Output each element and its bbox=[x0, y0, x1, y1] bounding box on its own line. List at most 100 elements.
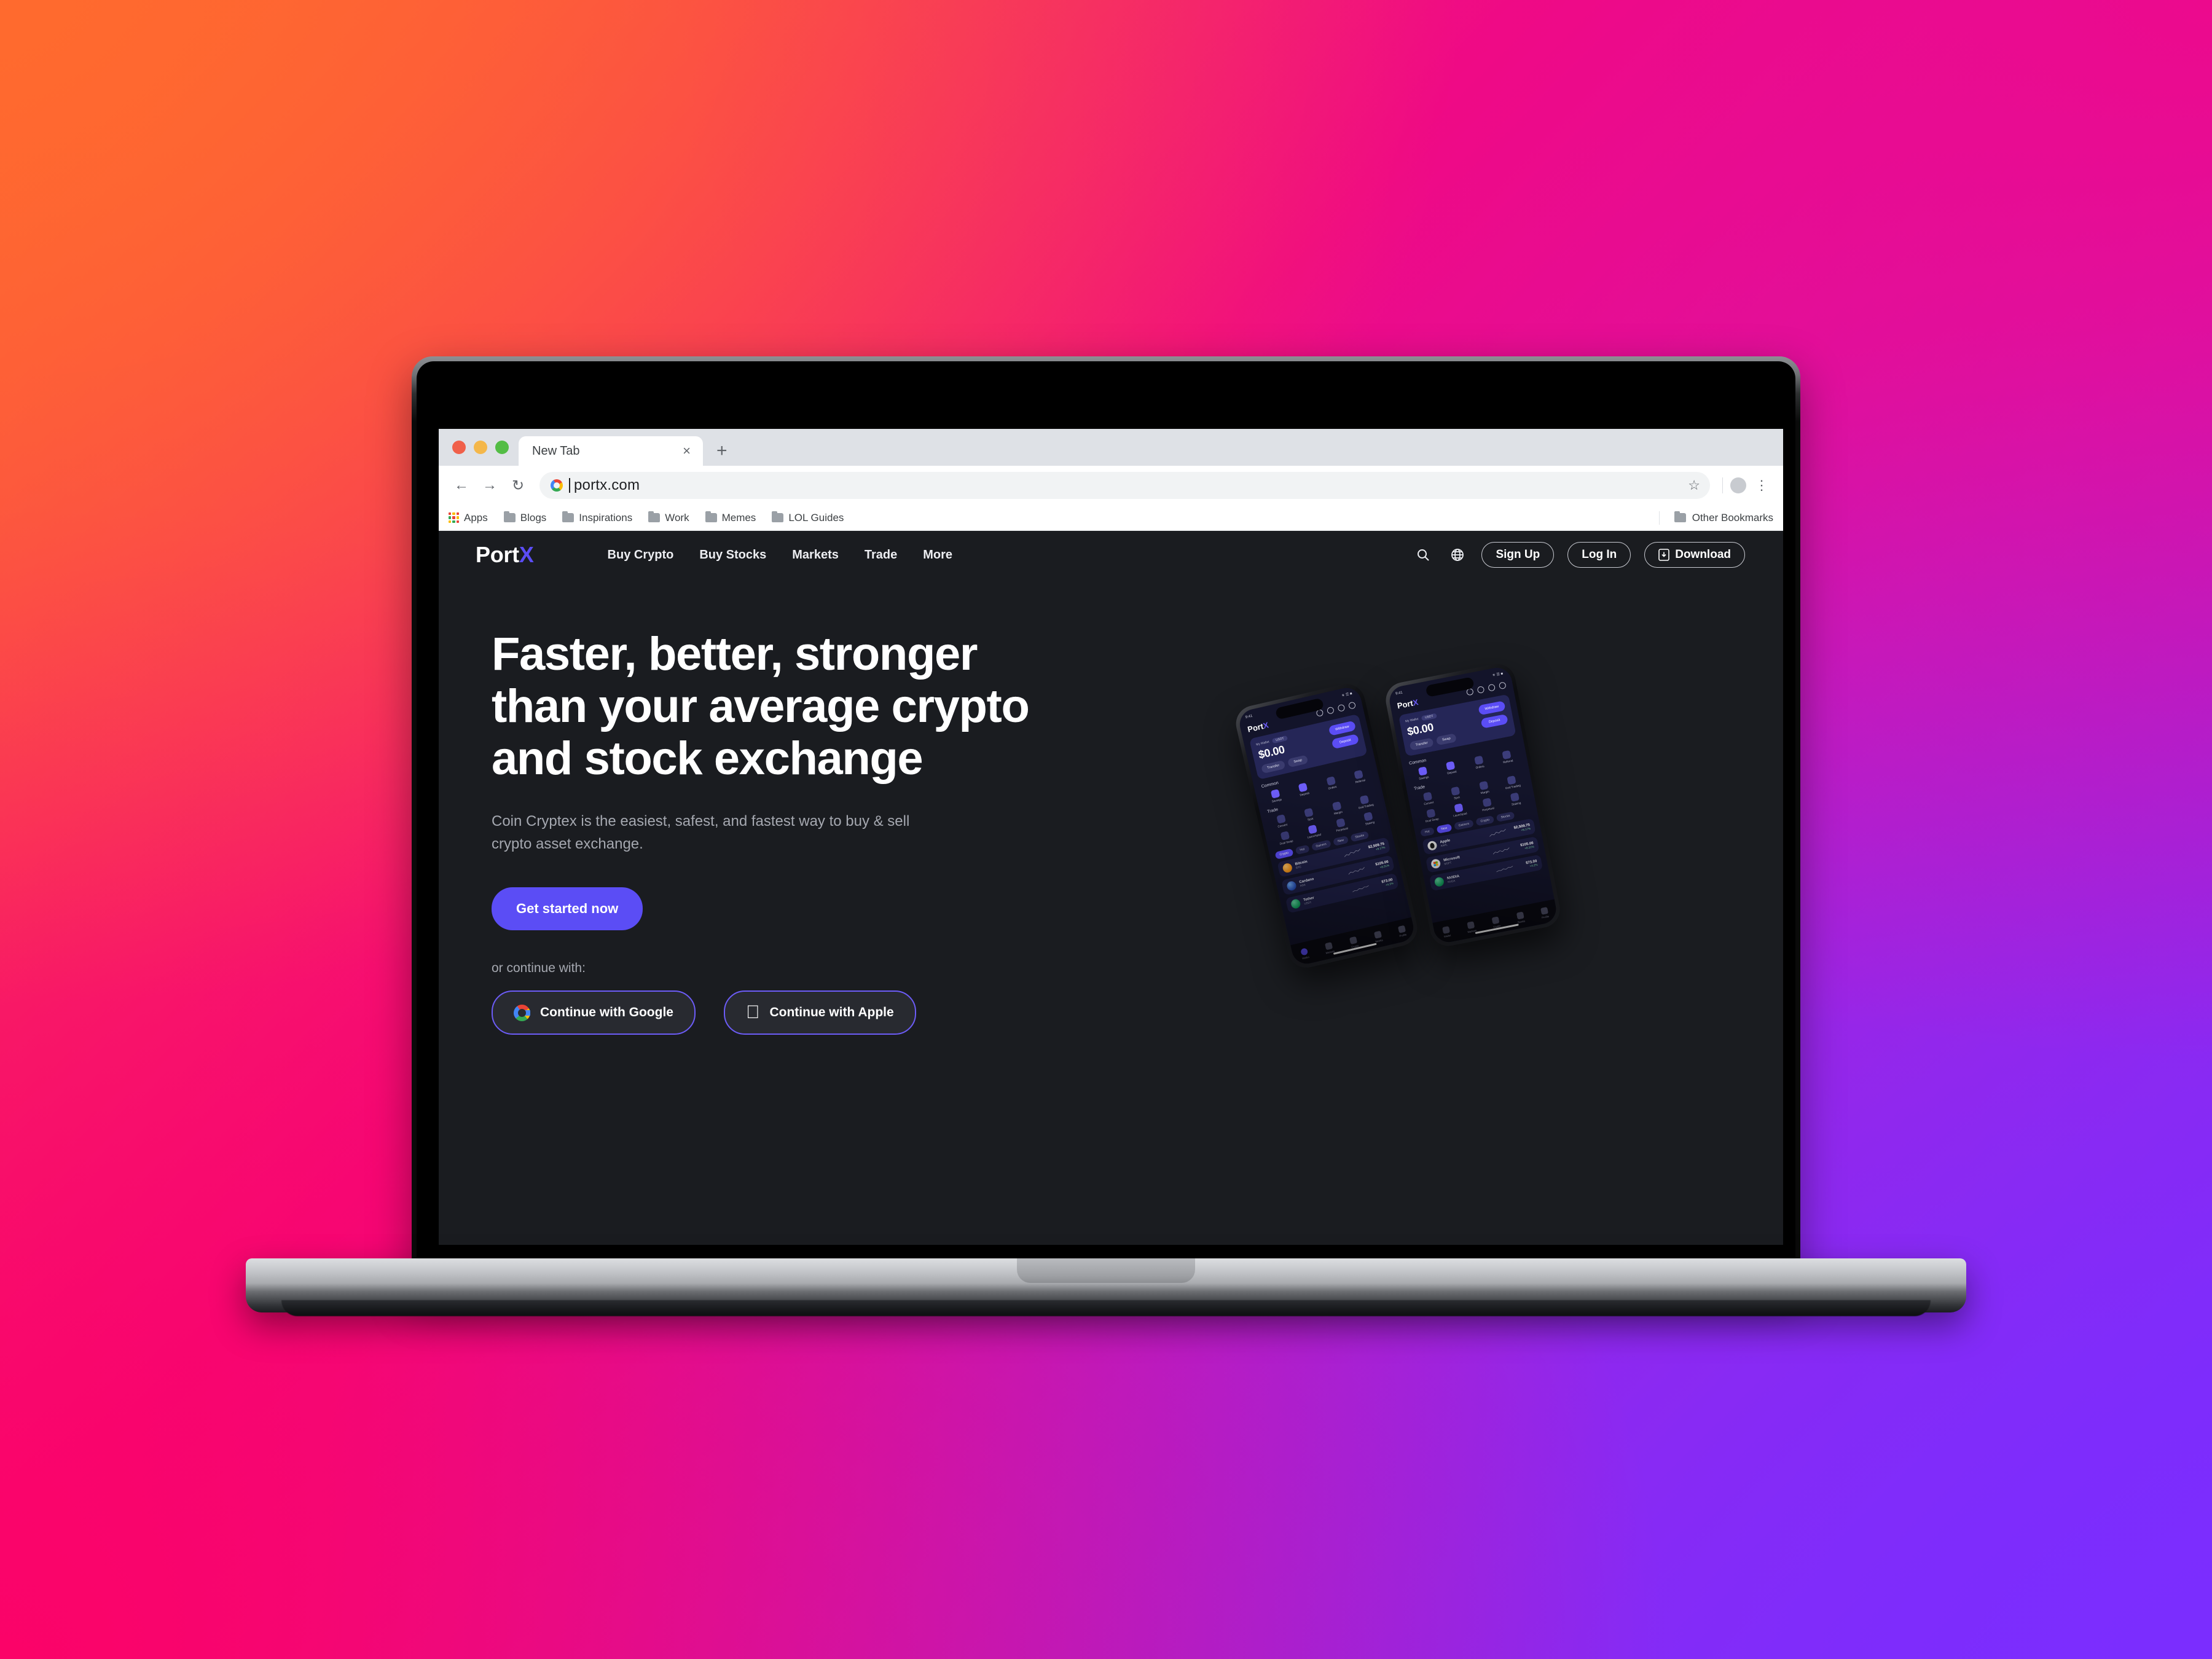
log-in-button[interactable]: Log In bbox=[1567, 542, 1631, 568]
grid-item[interactable]: Margin bbox=[1322, 799, 1352, 817]
app-logo: PortX bbox=[1247, 720, 1269, 734]
transfer-button[interactable]: Transfer bbox=[1261, 759, 1286, 774]
back-icon[interactable]: ← bbox=[447, 471, 476, 500]
close-tab-icon[interactable]: × bbox=[680, 444, 693, 458]
grid-item[interactable]: Deposit bbox=[1436, 759, 1466, 777]
grid-item[interactable]: Grid Trading bbox=[1350, 793, 1381, 811]
grid-item[interactable]: Referral bbox=[1344, 767, 1375, 786]
bookmark-item-work[interactable]: Work bbox=[648, 511, 689, 524]
grid-item[interactable]: Referral bbox=[1492, 748, 1522, 766]
tab-gainers[interactable]: Gainers bbox=[1311, 839, 1332, 852]
tab-stocks[interactable]: Stocks bbox=[1350, 831, 1370, 842]
tab-gainers[interactable]: Gainers bbox=[1453, 819, 1475, 831]
grid-item[interactable]: Spot bbox=[1441, 785, 1471, 802]
grid-item[interactable]: Margin bbox=[1469, 779, 1499, 797]
bottom-nav-item-profile[interactable]: Profile bbox=[1540, 907, 1549, 919]
site-logo[interactable]: PortX bbox=[476, 542, 534, 568]
continue-with-apple-button[interactable]:  Continue with Apple bbox=[723, 990, 916, 1035]
bookmark-label: Blogs bbox=[520, 511, 547, 524]
bell-icon[interactable] bbox=[1337, 704, 1346, 712]
bottom-nav-label: Wallet bbox=[1301, 955, 1310, 960]
sign-up-button[interactable]: Sign Up bbox=[1481, 542, 1555, 568]
cardano-icon bbox=[1286, 880, 1298, 892]
address-bar[interactable]: portx.com ☆ bbox=[539, 472, 1710, 499]
bookmark-item-blogs[interactable]: Blogs bbox=[503, 511, 547, 524]
grid-item[interactable]: Convert bbox=[1413, 790, 1443, 807]
grid-item[interactable]: Dual Swap bbox=[1270, 829, 1301, 847]
nav-link-markets[interactable]: Markets bbox=[792, 548, 839, 562]
bottom-nav-item-wallet[interactable]: Wallet bbox=[1442, 926, 1451, 938]
dual-swap-icon bbox=[1280, 831, 1290, 841]
site-nav-links: Buy Crypto Buy Stocks Markets Trade More bbox=[608, 548, 953, 562]
nav-link-buy-stocks[interactable]: Buy Stocks bbox=[699, 548, 766, 562]
continue-with-google-button[interactable]: Continue with Google bbox=[492, 990, 696, 1035]
grid-item[interactable]: Orders bbox=[1316, 774, 1347, 792]
bookmark-item-apps[interactable]: Apps bbox=[449, 512, 488, 524]
globe-icon[interactable] bbox=[1447, 544, 1468, 565]
profile-icon[interactable] bbox=[1498, 681, 1507, 690]
tab-hot[interactable]: Hot bbox=[1420, 826, 1435, 837]
grid-item[interactable]: Dual Swap bbox=[1416, 807, 1446, 825]
asset-change: +4.2% bbox=[1529, 863, 1538, 868]
grid-item[interactable]: Savings bbox=[1408, 764, 1438, 782]
bookmark-item-inspirations[interactable]: Inspirations bbox=[562, 511, 632, 524]
grid-item[interactable]: Launchpad bbox=[1444, 801, 1474, 819]
grid-item[interactable]: Grid Trading bbox=[1497, 774, 1527, 791]
bookmark-item-memes[interactable]: Memes bbox=[705, 511, 756, 524]
bottom-nav-item-wallet[interactable]: Wallet bbox=[1300, 947, 1309, 960]
reload-icon[interactable]: ↻ bbox=[504, 471, 532, 500]
asset-ticker: MSFT bbox=[1443, 860, 1452, 866]
grid-item[interactable]: Perpetual bbox=[1472, 796, 1502, 814]
withdraw-button[interactable]: Withdraw bbox=[1478, 700, 1506, 716]
other-bookmarks-label[interactable]: Other Bookmarks bbox=[1692, 512, 1773, 524]
grid-item[interactable]: Launchpad bbox=[1298, 822, 1328, 841]
grid-item[interactable]: Deposit bbox=[1288, 780, 1319, 799]
tab-crypto[interactable]: Crypto bbox=[1274, 848, 1294, 860]
minimize-window-button[interactable] bbox=[474, 441, 487, 454]
tab-new[interactable]: New bbox=[1436, 823, 1453, 834]
grid-item[interactable]: Savings bbox=[1260, 786, 1291, 805]
download-button[interactable]: Download bbox=[1644, 542, 1745, 568]
nav-link-buy-crypto[interactable]: Buy Crypto bbox=[608, 548, 674, 562]
maximize-window-button[interactable] bbox=[495, 441, 509, 454]
grid-item[interactable]: Orders bbox=[1464, 754, 1494, 772]
bookmark-item-lol-guides[interactable]: LOL Guides bbox=[772, 511, 844, 524]
nav-link-trade[interactable]: Trade bbox=[865, 548, 897, 562]
power-icon[interactable] bbox=[1326, 706, 1335, 715]
tab-new[interactable]: New bbox=[1333, 835, 1349, 846]
swap-button[interactable]: Swap bbox=[1287, 755, 1309, 768]
avatar[interactable] bbox=[1730, 477, 1746, 493]
grid-item[interactable]: Convert bbox=[1266, 812, 1297, 830]
tab-hot[interactable]: Hot bbox=[1295, 844, 1310, 855]
nav-link-more[interactable]: More bbox=[923, 548, 952, 562]
transfer-button[interactable]: Transfer bbox=[1409, 737, 1434, 751]
get-started-button[interactable]: Get started now bbox=[492, 887, 643, 931]
bell-icon[interactable] bbox=[1488, 683, 1496, 692]
grid-item[interactable]: Staking bbox=[1354, 809, 1384, 828]
text-cursor bbox=[569, 478, 570, 493]
tab-stocks[interactable]: Stocks bbox=[1496, 811, 1515, 822]
power-icon[interactable] bbox=[1477, 686, 1485, 694]
wallet-label: My Wallet bbox=[1255, 740, 1270, 747]
browser-tab[interactable]: New Tab × bbox=[519, 436, 703, 466]
bookmark-star-icon[interactable]: ☆ bbox=[1688, 477, 1700, 493]
forward-icon[interactable]: → bbox=[476, 471, 504, 500]
new-tab-button[interactable]: + bbox=[703, 436, 741, 466]
grid-item[interactable]: Spot bbox=[1294, 806, 1325, 824]
close-window-button[interactable] bbox=[452, 441, 466, 454]
grid-item[interactable]: Perpetual bbox=[1326, 816, 1357, 834]
withdraw-button[interactable]: Withdraw bbox=[1328, 720, 1357, 736]
swap-button[interactable]: Swap bbox=[1436, 733, 1457, 746]
bottom-nav-item-stocks[interactable]: Stocks bbox=[1516, 911, 1525, 924]
asset-ticker: BTC bbox=[1295, 865, 1302, 869]
bottom-nav-label: Stocks bbox=[1375, 938, 1384, 943]
search-icon[interactable] bbox=[1413, 544, 1433, 565]
bottom-nav-item-stocks[interactable]: Stocks bbox=[1373, 930, 1384, 943]
tab-crypto[interactable]: Crypto bbox=[1475, 815, 1495, 826]
browser-menu-icon[interactable]: ⋮ bbox=[1749, 479, 1775, 493]
google-icon bbox=[551, 479, 563, 492]
grid-item[interactable]: Staking bbox=[1500, 790, 1531, 808]
bottom-nav-item-profile[interactable]: Profile bbox=[1397, 925, 1407, 938]
window-traffic-lights[interactable] bbox=[450, 429, 519, 466]
profile-icon[interactable] bbox=[1347, 701, 1357, 710]
